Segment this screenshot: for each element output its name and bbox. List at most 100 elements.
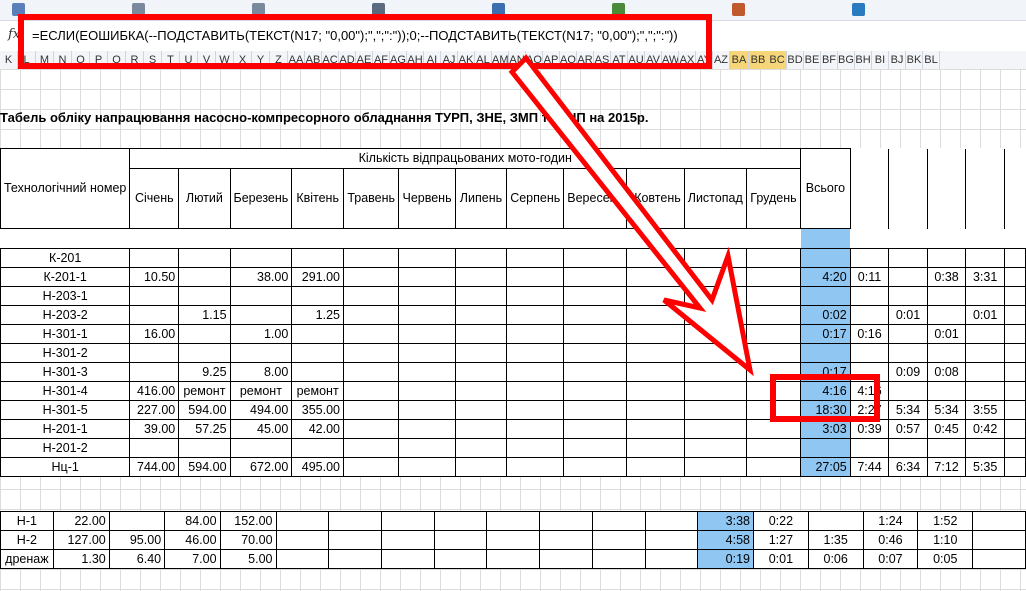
- month-value-cell[interactable]: [683, 267, 747, 287]
- month-value-cell[interactable]: [291, 438, 344, 458]
- month-value-cell[interactable]: [539, 530, 593, 550]
- month-value-cell[interactable]: [644, 530, 699, 550]
- month-value-cell[interactable]: 7.00: [164, 549, 221, 569]
- month-value-cell[interactable]: [563, 248, 628, 268]
- month-value-cell[interactable]: [229, 286, 293, 306]
- month-value-cell[interactable]: [591, 530, 646, 550]
- month-value-cell[interactable]: [178, 286, 231, 306]
- spacer-cell[interactable]: [178, 228, 231, 249]
- month-value-cell[interactable]: [539, 511, 593, 531]
- extra-cell[interactable]: [888, 267, 928, 287]
- month-value-cell[interactable]: [433, 511, 488, 531]
- column-header-az[interactable]: AZ: [713, 51, 730, 69]
- total-cell[interactable]: 3:38: [697, 511, 754, 531]
- month-value-cell[interactable]: [591, 549, 646, 569]
- month-value-cell[interactable]: [563, 286, 628, 306]
- extra-cell[interactable]: [1003, 248, 1026, 268]
- month-value-cell[interactable]: [506, 343, 565, 363]
- month-value-cell[interactable]: [506, 248, 565, 268]
- month-value-cell[interactable]: [563, 362, 628, 382]
- tech-number-cell[interactable]: Н-1: [0, 511, 54, 531]
- month-value-cell[interactable]: [486, 511, 541, 531]
- month-value-cell[interactable]: [563, 324, 628, 344]
- extra-cell[interactable]: 1:10: [917, 530, 974, 550]
- month-value-cell[interactable]: [108, 511, 166, 531]
- tech-number-cell[interactable]: К-201: [0, 248, 131, 268]
- empty-cell[interactable]: [888, 148, 928, 229]
- extra-cell[interactable]: 0:57: [888, 419, 928, 439]
- spacer-cell[interactable]: [626, 228, 685, 249]
- month-value-cell[interactable]: [398, 419, 456, 439]
- extra-cell[interactable]: 0:11: [849, 267, 890, 287]
- month-value-cell[interactable]: 291.00: [291, 267, 344, 287]
- month-value-cell[interactable]: [683, 400, 747, 420]
- month-value-cell[interactable]: [342, 419, 400, 439]
- month-value-cell[interactable]: 45.00: [229, 419, 293, 439]
- month-value-cell[interactable]: [626, 362, 685, 382]
- month-value-cell[interactable]: [683, 343, 747, 363]
- month-value-cell[interactable]: [683, 362, 747, 382]
- spacer-cell[interactable]: [684, 228, 747, 249]
- extra-cell[interactable]: [888, 381, 928, 401]
- month-value-cell[interactable]: ремонт: [291, 381, 344, 401]
- extra-cell[interactable]: [849, 305, 890, 325]
- extra-cell[interactable]: [888, 248, 928, 268]
- tech-number-cell[interactable]: Н-203-1: [0, 286, 131, 306]
- month-value-cell[interactable]: [626, 419, 685, 439]
- extra-cell[interactable]: [1003, 381, 1026, 401]
- month-value-cell[interactable]: [506, 381, 565, 401]
- spacer-cell[interactable]: [230, 228, 292, 249]
- spacer-cell[interactable]: [343, 228, 399, 249]
- month-value-cell[interactable]: 494.00: [229, 400, 293, 420]
- extra-cell[interactable]: [972, 511, 1026, 531]
- extra-cell[interactable]: 0:22: [752, 511, 809, 531]
- extra-cell[interactable]: [1003, 286, 1026, 306]
- extra-cell[interactable]: [1003, 419, 1026, 439]
- extra-cell[interactable]: 0:05: [917, 549, 974, 569]
- month-value-cell[interactable]: 1.30: [52, 549, 110, 569]
- extra-cell[interactable]: 0:09: [888, 362, 928, 382]
- extra-cell[interactable]: 0:01: [752, 549, 809, 569]
- month-value-cell[interactable]: [178, 267, 231, 287]
- month-value-cell[interactable]: [342, 305, 400, 325]
- extra-cell[interactable]: 0:39: [849, 419, 890, 439]
- column-header-bf[interactable]: BF: [821, 51, 838, 69]
- month-value-cell[interactable]: [644, 549, 699, 569]
- month-value-cell[interactable]: [486, 549, 541, 569]
- extra-cell[interactable]: [926, 305, 967, 325]
- column-header-bk[interactable]: BK: [906, 51, 923, 69]
- month-value-cell[interactable]: [454, 457, 508, 477]
- extra-cell[interactable]: 1:52: [917, 511, 974, 531]
- month-value-cell[interactable]: [342, 324, 400, 344]
- month-value-cell[interactable]: 152.00: [219, 511, 277, 531]
- month-value-cell[interactable]: 1.15: [178, 305, 231, 325]
- spacer-cell[interactable]: [455, 228, 507, 249]
- month-value-cell[interactable]: [275, 530, 330, 550]
- extra-cell[interactable]: [849, 248, 890, 268]
- spacer-cell[interactable]: [746, 228, 801, 249]
- extra-cell[interactable]: 5:34: [888, 400, 928, 420]
- month-value-cell[interactable]: [328, 549, 382, 569]
- extra-cell[interactable]: 1:27: [752, 530, 809, 550]
- empty-cell[interactable]: [926, 148, 966, 229]
- month-value-cell[interactable]: [506, 267, 565, 287]
- month-value-cell[interactable]: ремонт: [178, 381, 231, 401]
- total-cell[interactable]: 27:05: [800, 457, 851, 477]
- month-value-cell[interactable]: 355.00: [291, 400, 344, 420]
- extra-cell[interactable]: [926, 286, 967, 306]
- month-value-cell[interactable]: [328, 530, 382, 550]
- month-value-cell[interactable]: [745, 267, 802, 287]
- extra-cell[interactable]: [1003, 400, 1026, 420]
- extra-cell[interactable]: [972, 549, 1026, 569]
- column-header-bi[interactable]: BI: [872, 51, 889, 69]
- month-value-cell[interactable]: 57.25: [178, 419, 231, 439]
- month-value-cell[interactable]: [454, 419, 508, 439]
- month-value-cell[interactable]: 42.00: [291, 419, 344, 439]
- extra-cell[interactable]: [965, 362, 1005, 382]
- month-value-cell[interactable]: [506, 324, 565, 344]
- month-value-cell[interactable]: 594.00: [178, 457, 231, 477]
- month-value-cell[interactable]: [178, 248, 231, 268]
- month-value-cell[interactable]: [129, 286, 180, 306]
- empty-cell[interactable]: [1003, 148, 1026, 229]
- month-value-cell[interactable]: [129, 438, 180, 458]
